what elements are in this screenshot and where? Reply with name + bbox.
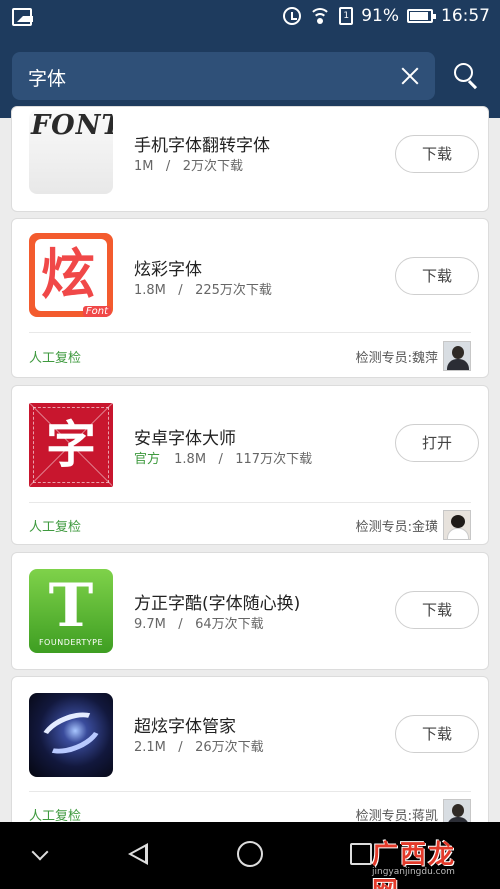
app-name: 安卓字体大师: [134, 429, 236, 449]
tester-avatar[interactable]: [443, 510, 471, 540]
founder-app-icon: T FOUNDERTYPE: [29, 569, 113, 653]
search-icon[interactable]: [454, 63, 480, 89]
app-meta: 1M / 2万次下载: [134, 155, 243, 174]
app-meta: 9.7M / 64万次下载: [134, 613, 264, 632]
tester-label: 检测专员:金璜: [355, 520, 438, 535]
meta-separator: /: [170, 740, 191, 755]
app-list-item[interactable]: 炫 Font 炫彩字体 1.8M / 225万次下载 下载 人工复检 检测专员:…: [11, 218, 489, 378]
xuancai-app-icon: 炫 Font: [29, 233, 113, 317]
battery-icon: [407, 9, 436, 23]
gallery-notification-icon: [12, 8, 33, 26]
app-downloads: 26万次下载: [195, 740, 264, 755]
app-header: 1 91% 16:57 字体: [0, 0, 500, 118]
open-button[interactable]: 打开: [395, 424, 479, 462]
clock: 16:57: [441, 6, 490, 26]
meta-separator: /: [157, 159, 179, 174]
divider: [29, 791, 471, 792]
search-query[interactable]: 字体: [28, 64, 66, 91]
download-button[interactable]: 下载: [395, 257, 479, 295]
app-name: 超炫字体管家: [134, 717, 236, 737]
app-size: 1.8M: [134, 283, 166, 298]
app-downloads: 225万次下载: [195, 283, 272, 298]
status-bar: 1 91% 16:57: [0, 0, 500, 36]
meta-separator: /: [170, 617, 191, 632]
app-name: 方正字酷(字体随心换): [134, 594, 301, 614]
download-button[interactable]: 下载: [395, 135, 479, 173]
alarm-icon: [283, 7, 302, 25]
home-icon[interactable]: [237, 841, 263, 867]
official-badge: 官方: [134, 452, 161, 467]
manual-review-label: 人工复检: [29, 351, 82, 366]
app-meta: 官方 1.8M / 117万次下载: [134, 448, 312, 467]
app-list-item[interactable]: FONT 手机字体翻转字体 1M / 2万次下载 下载: [11, 106, 489, 212]
download-button[interactable]: 下载: [395, 591, 479, 629]
tester-label: 检测专员:魏萍: [355, 351, 438, 366]
app-list-item[interactable]: 字 安卓字体大师 官方 1.8M / 117万次下载 打开 人工复检 检测专员:…: [11, 385, 489, 545]
wifi-icon: [309, 8, 332, 24]
back-icon[interactable]: [128, 843, 148, 865]
zi-app-icon: 字: [29, 403, 113, 487]
download-button[interactable]: 下载: [395, 715, 479, 753]
chevron-down-icon[interactable]: [31, 843, 49, 861]
status-icons: 1 91% 16:57: [283, 6, 490, 26]
app-list-item[interactable]: T FOUNDERTYPE 方正字酷(字体随心换) 9.7M / 64万次下载 …: [11, 552, 489, 670]
app-downloads: 2万次下载: [182, 159, 243, 174]
app-size: 9.7M: [134, 617, 166, 632]
meta-separator: /: [210, 452, 232, 467]
manual-review-label: 人工复检: [29, 520, 82, 535]
font-app-icon: FONT: [29, 110, 113, 194]
app-size: 2.1M: [134, 740, 166, 755]
divider: [29, 332, 471, 333]
app-name: 手机字体翻转字体: [134, 136, 270, 156]
app-downloads: 117万次下载: [235, 452, 313, 467]
search-input[interactable]: 字体: [12, 52, 435, 100]
galaxy-app-icon: [29, 693, 113, 777]
app-list-item[interactable]: 超炫字体管家 2.1M / 26万次下载 下载 人工复检 检测专员:蒋凯: [11, 676, 489, 836]
meta-separator: /: [170, 283, 191, 298]
app-size: 1M: [134, 159, 154, 174]
app-downloads: 64万次下载: [195, 617, 264, 632]
sim-signal-icon: 1: [339, 7, 354, 25]
divider: [29, 502, 471, 503]
tester-avatar[interactable]: [443, 341, 471, 371]
battery-percent: 91%: [361, 6, 399, 26]
clear-search-icon[interactable]: [399, 65, 421, 87]
recent-apps-icon[interactable]: [350, 843, 372, 865]
app-size: 1.8M: [174, 452, 207, 467]
app-name: 炫彩字体: [134, 260, 202, 280]
app-meta: 2.1M / 26万次下载: [134, 736, 264, 755]
watermark-logo: 广西龙网 jingyanjingdu.com: [372, 840, 457, 889]
app-meta: 1.8M / 225万次下载: [134, 279, 272, 298]
